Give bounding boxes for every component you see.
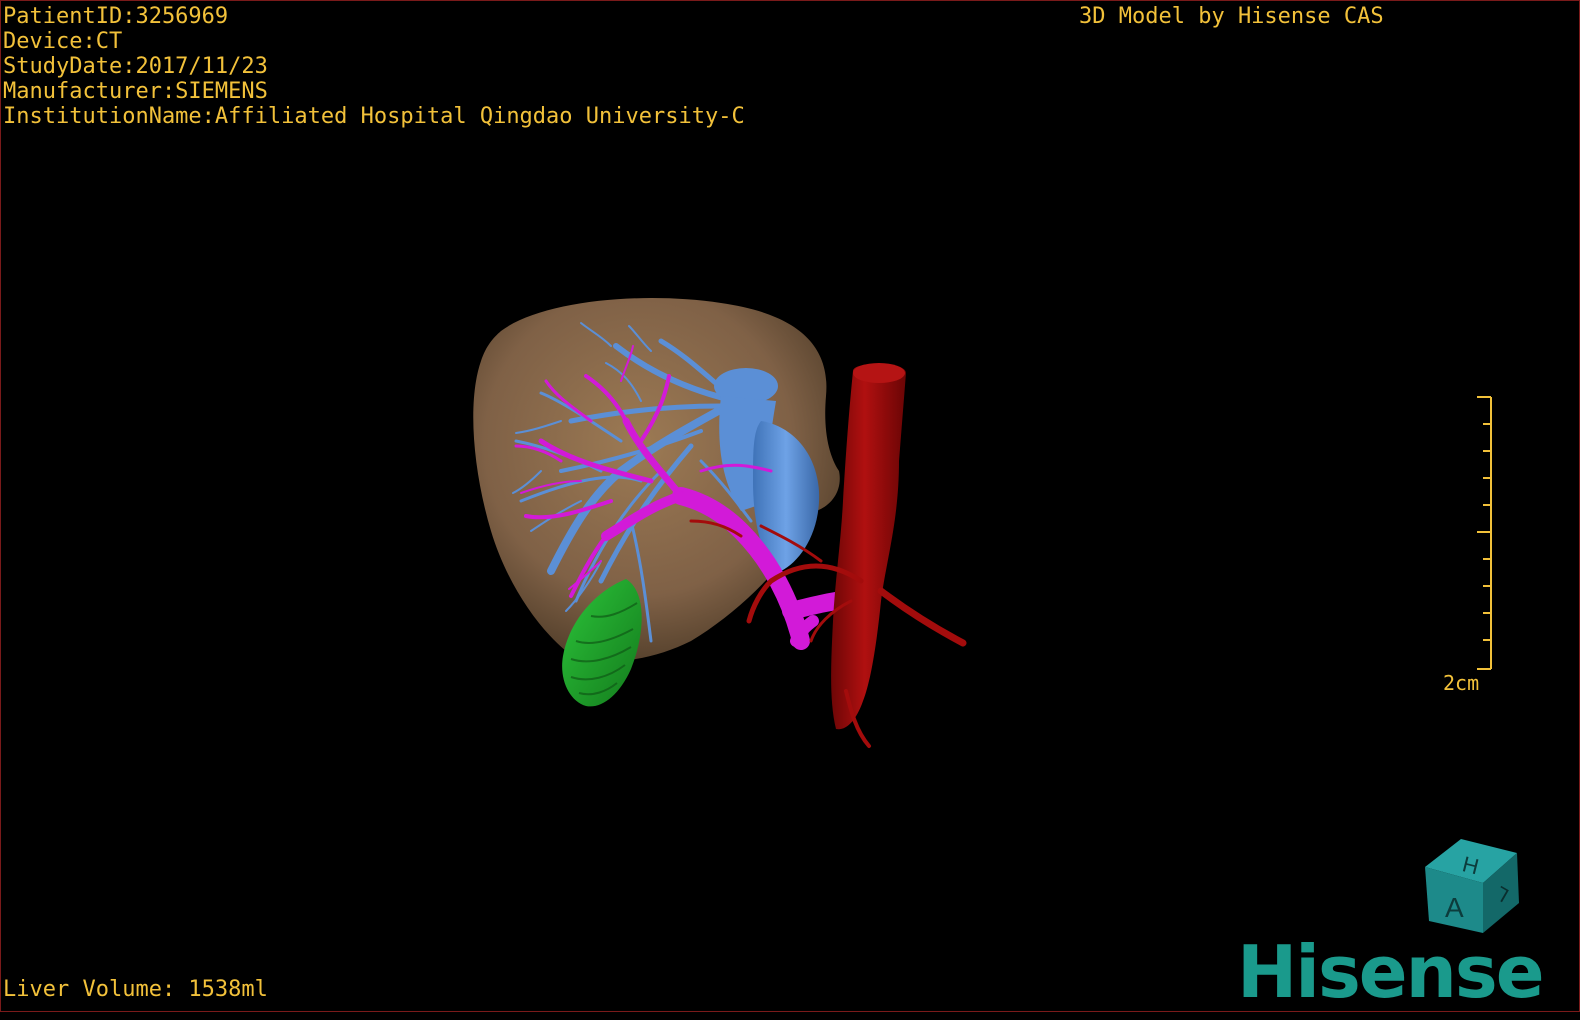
liver-3d-model[interactable] xyxy=(1,1,1579,1011)
patient-id: PatientID:3256969 xyxy=(3,4,229,29)
liver-volume: Liver Volume: 1538ml xyxy=(3,977,268,1002)
manufacturer: Manufacturer:SIEMENS xyxy=(3,79,268,104)
hisense-logo: Hisense xyxy=(1237,930,1573,1012)
scale-label: 2cm xyxy=(1443,671,1480,695)
model-credit: 3D Model by Hisense CAS xyxy=(1079,4,1384,29)
cube-front-letter: A xyxy=(1445,892,1464,923)
study-date: StudyDate:2017/11/23 xyxy=(3,54,268,79)
3d-viewport[interactable]: PatientID:3256969 Device:CT StudyDate:20… xyxy=(0,0,1580,1012)
ruler-icon xyxy=(1477,396,1492,670)
institution-name: InstitutionName:Affiliated Hospital Qing… xyxy=(3,104,745,129)
hisense-logo-text: Hisense xyxy=(1237,930,1545,1012)
device: Device:CT xyxy=(3,29,123,54)
patient-info-overlay: PatientID:3256969 Device:CT StudyDate:20… xyxy=(3,4,745,129)
orientation-cube-icon[interactable]: H A L xyxy=(1417,833,1527,937)
